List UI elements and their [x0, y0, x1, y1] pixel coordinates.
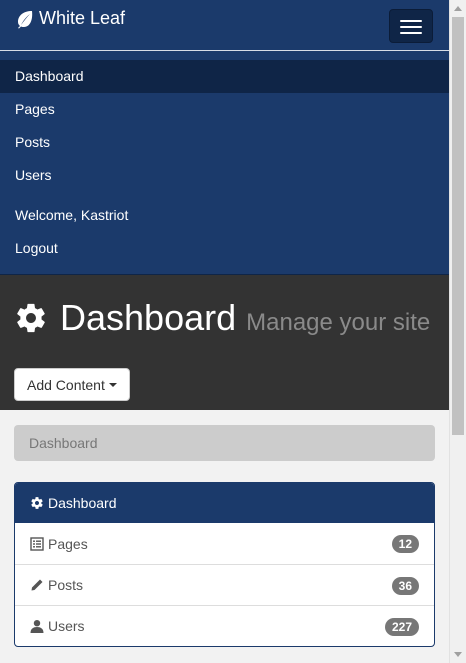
list-item-pages[interactable]: Pages 12: [15, 523, 434, 564]
list-item-users[interactable]: Users 227: [15, 605, 434, 646]
hamburger-icon-bar: [400, 20, 422, 22]
panel-heading[interactable]: Dashboard: [15, 483, 434, 523]
navbar: White Leaf Dashboard Pages Posts Users W…: [0, 0, 449, 275]
page-title-text: Dashboard: [60, 297, 237, 338]
list-item-posts[interactable]: Posts 36: [15, 564, 434, 605]
brand-name: White Leaf: [39, 8, 126, 28]
nav-right: Welcome, Kastriot Logout: [0, 192, 449, 274]
nav-item-welcome[interactable]: Welcome, Kastriot: [0, 199, 449, 232]
dashboard-panel: Dashboard Pages 12 Posts 36 Users 227: [14, 482, 435, 647]
pencil-icon: [31, 579, 43, 591]
panel-heading-text: Dashboard: [48, 495, 117, 511]
gear-icon: [31, 497, 43, 509]
hamburger-icon-bar: [400, 26, 422, 28]
brand-link[interactable]: White Leaf: [15, 8, 125, 29]
breadcrumb-item-current: Dashboard: [29, 435, 98, 451]
page-subtitle: Manage your site: [246, 309, 431, 336]
add-content-button[interactable]: Add Content: [14, 368, 130, 401]
count-badge: 36: [391, 577, 419, 595]
navbar-header: White Leaf: [0, 0, 449, 50]
nav-item-logout[interactable]: Logout: [0, 232, 449, 265]
page-header: Dashboard Manage your site Add Content: [0, 275, 449, 410]
breadcrumb: Dashboard: [14, 425, 435, 461]
list-item-label: Pages: [48, 535, 88, 552]
scroll-down-arrow-icon[interactable]: [454, 652, 462, 657]
menu-toggle-button[interactable]: [389, 9, 433, 43]
user-icon: [30, 620, 44, 633]
hamburger-icon-bar: [400, 32, 422, 34]
add-content-label: Add Content: [27, 376, 105, 393]
nav-item-pages[interactable]: Pages: [0, 93, 449, 126]
nav-menu: Dashboard Pages Posts Users: [0, 51, 449, 192]
caret-down-icon: [108, 382, 117, 387]
count-badge: 227: [384, 618, 419, 636]
page-title: Dashboard Manage your site: [14, 297, 430, 339]
list-item-label: Posts: [48, 577, 84, 593]
list-item-label: Users: [48, 618, 85, 634]
nav-item-posts[interactable]: Posts: [0, 126, 449, 159]
page: White Leaf Dashboard Pages Posts Users W…: [0, 0, 449, 663]
scroll-up-arrow-icon[interactable]: [454, 6, 462, 11]
gear-icon: [17, 303, 45, 333]
scrollbar-thumb[interactable]: [452, 17, 464, 435]
main-content: Dashboard Dashboard Pages 12 Posts 36 Us…: [0, 410, 449, 647]
leaf-icon: [18, 10, 33, 28]
count-badge: 12: [391, 535, 419, 553]
vertical-scrollbar[interactable]: [449, 0, 466, 663]
nav-item-users[interactable]: Users: [0, 159, 449, 192]
list-icon: [30, 536, 44, 551]
nav-item-dashboard[interactable]: Dashboard: [0, 60, 449, 93]
